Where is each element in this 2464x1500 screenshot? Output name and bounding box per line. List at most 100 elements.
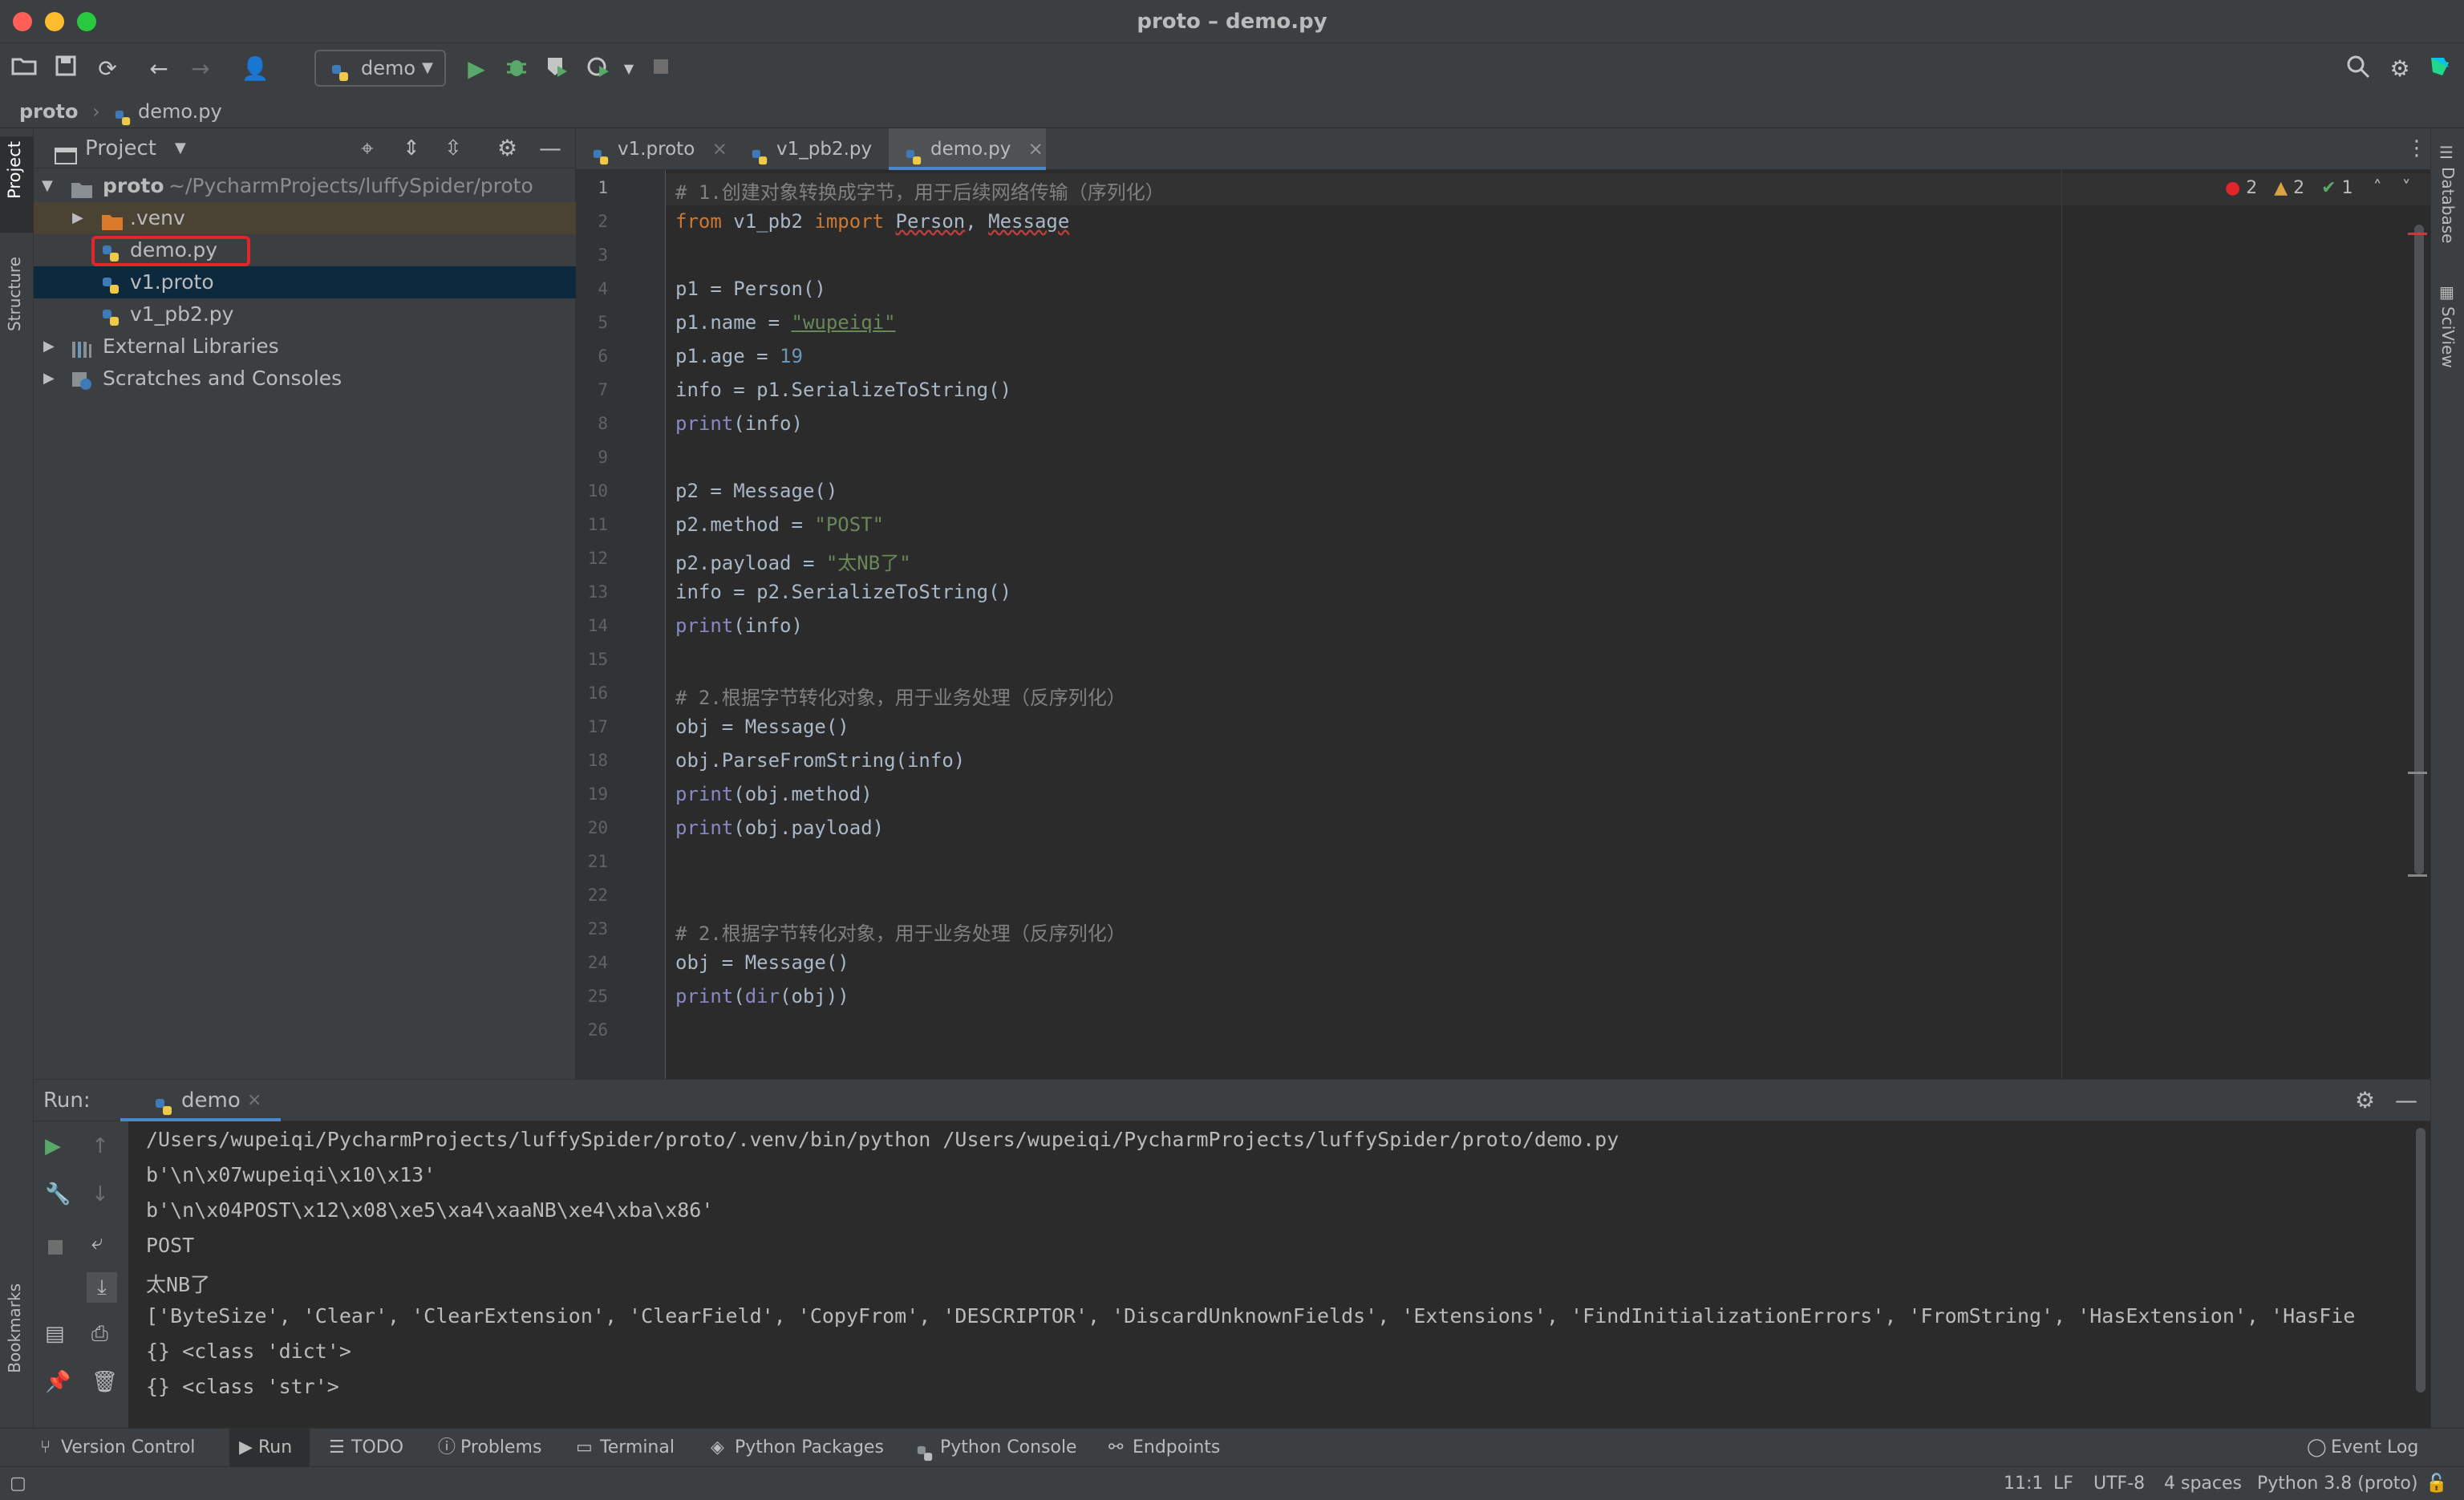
- tree-item-external-libraries[interactable]: ▶ External Libraries: [34, 330, 576, 363]
- open-folder-icon[interactable]: [10, 55, 38, 83]
- gear-icon[interactable]: ⚙: [2385, 55, 2414, 83]
- chevron-up-icon[interactable]: ˄: [2373, 178, 2382, 198]
- back-arrow-icon[interactable]: ←: [144, 55, 173, 83]
- caret-position[interactable]: 11:1: [2004, 1467, 2043, 1500]
- python-interpreter[interactable]: Python 3.8 (proto): [2257, 1467, 2417, 1500]
- bookmarks-tool-tab[interactable]: Bookmarks: [5, 1283, 24, 1373]
- close-icon[interactable]: ×: [712, 139, 727, 160]
- file-encoding[interactable]: UTF-8: [2093, 1467, 2145, 1500]
- tree-item-demo-py[interactable]: demo.py: [34, 234, 576, 266]
- coverage-icon[interactable]: [542, 55, 571, 83]
- more-options-icon[interactable]: ⋮: [2406, 136, 2427, 160]
- code-line[interactable]: p2.method = "POST": [675, 513, 884, 536]
- jetbrains-logo-icon[interactable]: [2426, 55, 2454, 83]
- breadcrumb-root[interactable]: proto: [19, 100, 78, 123]
- tree-item-proto[interactable]: ▼ proto ~/PycharmProjects/luffySpider/pr…: [34, 170, 576, 202]
- editor-scrollbar[interactable]: [2414, 225, 2424, 874]
- toggle-tool-windows-icon[interactable]: ▢: [10, 1467, 26, 1500]
- search-icon[interactable]: [2344, 55, 2373, 83]
- code-line[interactable]: print(info): [675, 412, 803, 435]
- chevron-down-icon[interactable]: ˅: [2402, 178, 2411, 198]
- line-separator[interactable]: LF: [2053, 1467, 2073, 1500]
- locate-icon[interactable]: ⌖: [361, 128, 374, 168]
- code-line[interactable]: from v1_pb2 import Person, Message: [675, 210, 1069, 233]
- code-line[interactable]: info = p2.SerializeToString(): [675, 581, 1011, 603]
- run-tab-demo[interactable]: demo ×: [120, 1080, 281, 1121]
- soft-wrap-icon[interactable]: ⤶: [91, 1230, 103, 1255]
- debug-icon[interactable]: [502, 55, 531, 83]
- structure-tool-tab[interactable]: Structure: [5, 257, 24, 331]
- python-packages-tool-button[interactable]: ◈ Python Packages: [706, 1429, 884, 1467]
- tree-item-scratches[interactable]: ▶ Scratches and Consoles: [34, 363, 576, 395]
- sciview-tool-tab[interactable]: SciView: [2438, 306, 2458, 368]
- project-panel-title[interactable]: Project: [85, 128, 156, 168]
- tree-item-v1-pb2-py[interactable]: v1_pb2.py: [34, 298, 576, 330]
- run-icon[interactable]: ▶: [462, 55, 491, 83]
- code-line[interactable]: obj = Message(): [675, 716, 849, 738]
- trash-icon[interactable]: 🗑: [91, 1370, 118, 1394]
- console-scrollbar[interactable]: [2416, 1128, 2426, 1393]
- minimize-icon[interactable]: —: [539, 128, 561, 168]
- profile-icon[interactable]: [584, 55, 613, 83]
- chevron-down-icon[interactable]: ▼: [614, 55, 643, 83]
- tree-item-venv[interactable]: ▶ .venv: [34, 202, 576, 234]
- pin-icon[interactable]: 📌: [45, 1370, 71, 1394]
- problems-tool-button[interactable]: ⓘ Problems: [432, 1429, 541, 1467]
- code-line[interactable]: p2.payload = "太NB了": [675, 547, 911, 575]
- code-line[interactable]: p1 = Person(): [675, 278, 826, 300]
- code-line[interactable]: # 2.根据字节转化对象，用于业务处理（反序列化）: [675, 918, 1126, 946]
- forward-arrow-icon[interactable]: →: [186, 55, 215, 83]
- code-line[interactable]: info = p1.SerializeToString(): [675, 379, 1011, 401]
- code-line[interactable]: p1.age = 19: [675, 345, 803, 367]
- endpoints-tool-button[interactable]: ⚯ Endpoints: [1104, 1429, 1220, 1467]
- tree-item-v1-proto[interactable]: v1.proto: [34, 266, 576, 298]
- sync-icon[interactable]: ⟳: [93, 55, 122, 83]
- line-number: 19: [587, 784, 608, 804]
- tab-v1-proto[interactable]: v1.proto ×: [576, 128, 728, 170]
- breadcrumb-file[interactable]: demo.py: [138, 100, 222, 123]
- gear-icon[interactable]: ⚙: [497, 128, 517, 168]
- layout-icon[interactable]: ▤: [45, 1322, 65, 1346]
- code-line[interactable]: print(obj.method): [675, 783, 873, 805]
- code-line[interactable]: print(info): [675, 614, 803, 637]
- run-tool-button[interactable]: ▶ Run: [229, 1429, 310, 1467]
- code-line[interactable]: # 2.根据字节转化对象，用于业务处理（反序列化）: [675, 682, 1126, 710]
- version-control-tool-button[interactable]: ⑂ Version Control: [32, 1429, 195, 1467]
- expand-all-icon[interactable]: ⇕: [403, 128, 420, 168]
- code-line[interactable]: p2 = Message(): [675, 480, 837, 502]
- code-line[interactable]: p1.name = "wupeiqi": [675, 311, 896, 334]
- scroll-up-icon[interactable]: ↑: [91, 1134, 109, 1158]
- stop-icon[interactable]: [47, 1239, 64, 1261]
- wrench-icon[interactable]: 🔧: [45, 1182, 71, 1206]
- database-tool-tab[interactable]: Database: [2438, 167, 2458, 243]
- tab-demo-py[interactable]: demo.py ×: [889, 128, 1046, 170]
- scroll-to-end-icon[interactable]: ⤓: [87, 1272, 117, 1303]
- chevron-down-icon[interactable]: ▼: [175, 128, 186, 168]
- terminal-tool-button[interactable]: ▭ Terminal: [571, 1429, 675, 1467]
- event-log-tool-button[interactable]: ◯ Event Log: [2302, 1429, 2418, 1467]
- run-configuration-selector[interactable]: demo ▼: [314, 50, 446, 87]
- code-line[interactable]: print(dir(obj)): [675, 985, 849, 1007]
- project-tool-tab[interactable]: Project: [5, 141, 24, 199]
- scroll-down-icon[interactable]: ↓: [91, 1182, 109, 1206]
- print-icon[interactable]: ⎙: [91, 1322, 108, 1347]
- minimize-icon[interactable]: —: [2395, 1080, 2417, 1121]
- code-line[interactable]: obj.ParseFromString(info): [675, 749, 965, 772]
- python-console-tool-button[interactable]: Python Console: [911, 1429, 1077, 1467]
- save-icon[interactable]: [51, 55, 80, 83]
- lock-icon[interactable]: 🔓: [2426, 1467, 2447, 1500]
- code-line[interactable]: print(obj.payload): [675, 817, 884, 839]
- close-icon[interactable]: ×: [247, 1080, 261, 1121]
- code-line[interactable]: obj = Message(): [675, 951, 849, 974]
- gear-icon[interactable]: ⚙: [2355, 1080, 2375, 1121]
- collapse-all-icon[interactable]: ⇳: [444, 128, 462, 168]
- stop-icon[interactable]: [646, 55, 675, 83]
- code-line[interactable]: # 1.创建对象转换成字节，用于后续网络传输（序列化）: [675, 176, 1165, 205]
- rerun-icon[interactable]: ▶: [45, 1134, 61, 1158]
- user-icon[interactable]: 👤: [241, 55, 270, 83]
- todo-tool-button[interactable]: ☰ TODO: [322, 1429, 403, 1467]
- tab-v1-pb2-py[interactable]: v1_pb2.py ×: [735, 128, 895, 201]
- close-icon[interactable]: ×: [1028, 139, 1044, 160]
- indent-setting[interactable]: 4 spaces: [2164, 1467, 2242, 1500]
- inspection-widget[interactable]: ● 2 ▲ 2 ✔ 1 ˄ ˅: [2225, 178, 2411, 198]
